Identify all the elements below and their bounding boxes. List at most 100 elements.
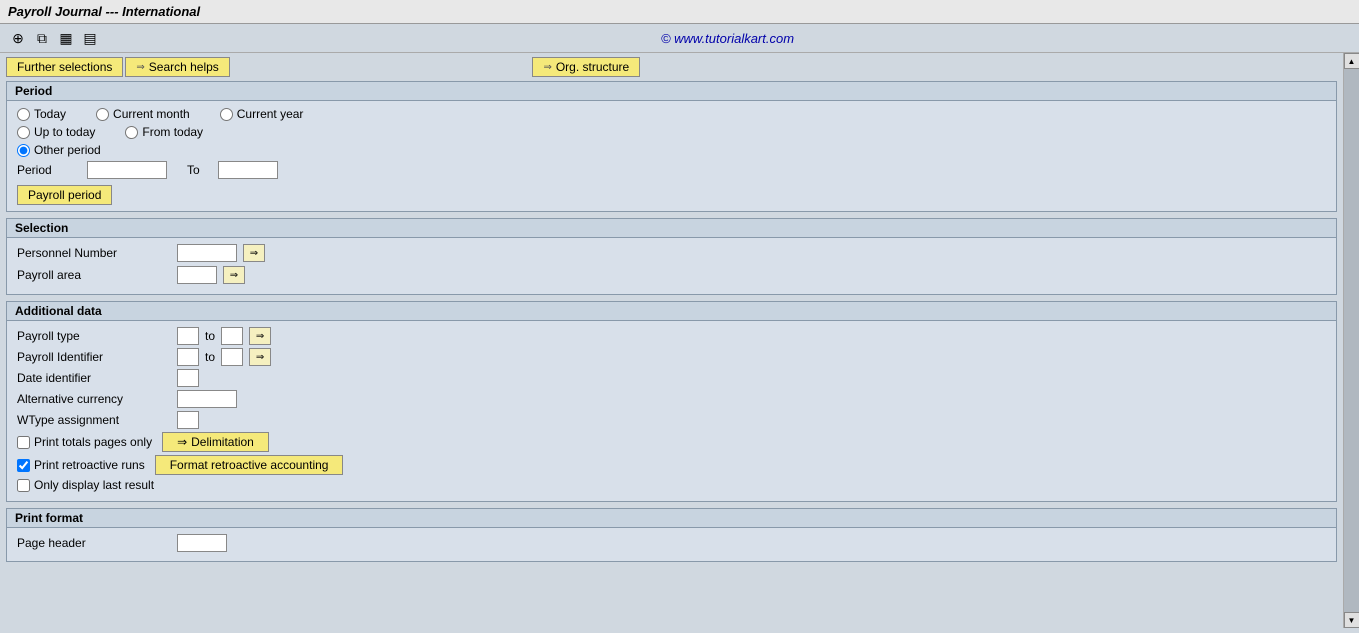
date-identifier-label: Date identifier [17,371,177,385]
only-display-label: Only display last result [34,478,154,492]
page-header-row: Page header XJT1 [17,534,1326,552]
print-totals-checkbox[interactable] [17,436,30,449]
payroll-type-input[interactable] [177,327,199,345]
payroll-identifier-row: Payroll Identifier to ⇒ [17,348,1326,366]
wtype-assignment-label: WType assignment [17,413,177,427]
payroll-identifier-input[interactable] [177,348,199,366]
page-header-input[interactable]: XJT1 [177,534,227,552]
page-header-label: Page header [17,536,177,550]
payroll-type-to-label: to [205,329,215,343]
radio-current-month[interactable]: Current month [96,107,190,121]
selection-section: Selection Personnel Number ⇒ Payroll are… [6,218,1337,295]
wtype-assignment-input[interactable]: I [177,411,199,429]
org-structure-arrow-icon: ⇒ [543,62,551,73]
additional-data-section: Additional data Payroll type to ⇒ Payrol… [6,301,1337,502]
radio-current-year-input[interactable] [220,108,233,121]
payroll-area-row: Payroll area ⇒ [17,266,1326,284]
period-row-1: Today Current month Current year [17,107,1326,121]
further-selections-label: Further selections [17,60,112,74]
period-field-row: Period To [17,161,1326,179]
search-helps-arrow-icon: ⇒ [136,62,144,73]
payroll-type-row: Payroll type to ⇒ [17,327,1326,345]
period-section: Period Today Current month Current year [6,81,1337,212]
content-area: Further selections ⇒ Search helps ⇒ Org.… [0,53,1343,628]
print-totals-checkbox-label[interactable]: Print totals pages only [17,435,152,449]
print-format-body: Page header XJT1 [7,528,1336,561]
print-format-section: Print format Page header XJT1 [6,508,1337,562]
radio-up-to-today-input[interactable] [17,126,30,139]
payroll-identifier-label: Payroll Identifier [17,350,177,364]
tab-row: Further selections ⇒ Search helps ⇒ Org.… [6,57,1337,77]
payroll-period-button[interactable]: Payroll period [17,185,112,205]
search-helps-tab[interactable]: ⇒ Search helps [125,57,229,77]
payroll-type-label: Payroll type [17,329,177,343]
payroll-identifier-to-label: to [205,350,215,364]
further-selections-tab[interactable]: Further selections [6,57,123,77]
only-display-row: Only display last result [17,478,1326,492]
search-helps-label: Search helps [149,60,219,74]
toolbar: ⊕ ⧉ ▦ ▤ © www.tutorialkart.com [0,24,1359,53]
main-content: Further selections ⇒ Search helps ⇒ Org.… [0,53,1359,628]
period-to-input[interactable] [218,161,278,179]
payroll-period-row: Payroll period [17,183,1326,205]
radio-other-period[interactable]: Other period [17,143,101,157]
scroll-up-btn[interactable]: ▲ [1344,53,1359,69]
period-from-input[interactable] [87,161,167,179]
payroll-type-to-input[interactable] [221,327,243,345]
date-identifier-row: Date identifier 1 [17,369,1326,387]
scrollbar-track[interactable] [1344,69,1359,612]
print-totals-label: Print totals pages only [34,435,152,449]
radio-today-input[interactable] [17,108,30,121]
selection-section-body: Personnel Number ⇒ Payroll area ⇒ [7,238,1336,294]
alternative-currency-input[interactable] [177,390,237,408]
print-retroactive-checkbox-label[interactable]: Print retroactive runs [17,458,145,472]
alternative-currency-label: Alternative currency [17,392,177,406]
radio-other-period-input[interactable] [17,144,30,157]
toolbar-icon-3[interactable]: ▦ [56,28,76,48]
toolbar-icon-1[interactable]: ⊕ [8,28,28,48]
print-retroactive-label: Print retroactive runs [34,458,145,472]
payroll-area-label: Payroll area [17,268,177,282]
period-row-3: Other period [17,143,1326,157]
org-structure-label: Org. structure [556,60,629,74]
payroll-identifier-arrow-btn[interactable]: ⇒ [249,348,271,366]
personnel-number-input[interactable] [177,244,237,262]
only-display-checkbox[interactable] [17,479,30,492]
personnel-number-label: Personnel Number [17,246,177,260]
radio-from-today[interactable]: From today [125,125,203,139]
scroll-down-btn[interactable]: ▼ [1344,612,1359,628]
org-structure-tab[interactable]: ⇒ Org. structure [532,57,640,77]
additional-data-body: Payroll type to ⇒ Payroll Identifier to … [7,321,1336,501]
payroll-identifier-to-input[interactable] [221,348,243,366]
only-display-checkbox-label[interactable]: Only display last result [17,478,154,492]
radio-current-month-input[interactable] [96,108,109,121]
app-title: Payroll Journal --- International [8,4,200,19]
print-format-header: Print format [7,509,1336,528]
date-identifier-input[interactable]: 1 [177,369,199,387]
selection-section-header: Selection [7,219,1336,238]
print-totals-row: Print totals pages only ⇒ Delimitation [17,432,1326,452]
radio-from-today-input[interactable] [125,126,138,139]
payroll-type-arrow-btn[interactable]: ⇒ [249,327,271,345]
period-row-2: Up to today From today [17,125,1326,139]
toolbar-icon-2[interactable]: ⧉ [32,28,52,48]
toolbar-icon-4[interactable]: ▤ [80,28,100,48]
to-label: To [187,163,200,177]
personnel-number-row: Personnel Number ⇒ [17,244,1326,262]
personnel-number-arrow-btn[interactable]: ⇒ [243,244,265,262]
title-bar: Payroll Journal --- International [0,0,1359,24]
payroll-area-input[interactable] [177,266,217,284]
radio-current-year[interactable]: Current year [220,107,304,121]
alternative-currency-row: Alternative currency [17,390,1326,408]
period-section-header: Period [7,82,1336,101]
period-section-body: Today Current month Current year Up to t… [7,101,1336,211]
delimitation-button[interactable]: ⇒ Delimitation [162,432,269,452]
format-retroactive-button[interactable]: Format retroactive accounting [155,455,344,475]
period-field-label: Period [17,163,77,177]
radio-today[interactable]: Today [17,107,66,121]
print-retroactive-checkbox[interactable] [17,459,30,472]
radio-up-to-today[interactable]: Up to today [17,125,95,139]
additional-data-header: Additional data [7,302,1336,321]
payroll-area-arrow-btn[interactable]: ⇒ [223,266,245,284]
watermark: © www.tutorialkart.com [104,31,1351,46]
